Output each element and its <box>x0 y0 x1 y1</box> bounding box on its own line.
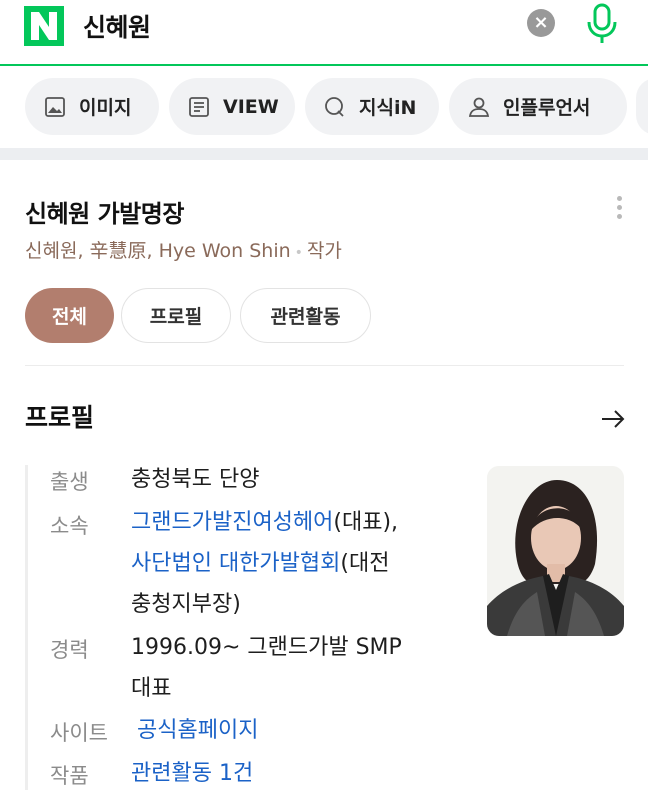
profile-title[interactable]: 신혜원 가발명장 <box>25 194 184 229</box>
info-side-bar <box>25 465 28 790</box>
kin-q-icon <box>325 96 344 117</box>
clear-search-button[interactable]: × <box>527 9 555 37</box>
person-icon <box>468 97 490 117</box>
naver-logo-icon[interactable] <box>24 6 64 46</box>
tab-label: 이미지 <box>79 97 132 119</box>
tab-images[interactable]: 이미지 <box>25 78 159 135</box>
microphone-icon[interactable] <box>584 2 620 46</box>
tab-view[interactable]: VIEW <box>169 78 295 135</box>
affiliation-text: (대전 <box>340 551 390 576</box>
affiliation-link-grand[interactable]: 그랜드가발진여성헤어 <box>131 510 333 535</box>
arrow-right-icon[interactable] <box>599 405 627 433</box>
profile-photo[interactable] <box>487 466 624 636</box>
subtitle-names: 신혜원, 辛慧原, Hye Won Shin <box>25 240 291 262</box>
tab-label: VIEW <box>223 95 279 118</box>
tab-influencer[interactable]: 인플루언서 <box>449 78 627 135</box>
info-label-career: 경력 <box>50 638 89 662</box>
info-value-affiliation: 그랜드가발진여성헤어(대표), 사단법인 대한가발협회(대전 충청지부장) <box>131 502 451 625</box>
chip-activity[interactable]: 관련활동 <box>240 288 371 343</box>
category-tabs: 이미지 VIEW 지식iN 인플루언서 <box>0 78 648 136</box>
subtitle-separator: • <box>294 245 303 261</box>
document-icon <box>189 96 209 117</box>
career-line: 대표 <box>131 676 172 701</box>
info-value-works: 관련활동 1건 <box>131 753 451 794</box>
chip-all[interactable]: 전체 <box>25 288 114 343</box>
divider <box>25 365 624 366</box>
profile-subtitle: 신혜원, 辛慧原, Hye Won Shin • 작가 <box>25 236 342 263</box>
tab-label: 지식iN <box>359 97 417 119</box>
section-separator <box>0 148 648 160</box>
career-line: 1996.09~ 그랜드가발 SMP <box>131 635 402 660</box>
search-query[interactable]: 신혜원 <box>83 8 151 44</box>
official-homepage-link[interactable]: 공식홈페이지 <box>137 718 258 743</box>
info-label-birth: 출생 <box>50 470 89 494</box>
subtitle-role: 작가 <box>306 240 342 262</box>
related-activity-link[interactable]: 관련활동 1건 <box>131 761 253 786</box>
affiliation-link-association[interactable]: 사단법인 대한가발협회 <box>131 551 340 576</box>
image-icon <box>45 96 65 117</box>
more-options-icon[interactable] <box>617 196 625 220</box>
info-value-birth: 충청북도 단양 <box>131 467 260 492</box>
tab-label: 인플루언서 <box>503 97 591 119</box>
info-value-career: 1996.09~ 그랜드가발 SMP 대표 <box>131 627 441 709</box>
info-label-affiliation: 소속 <box>50 514 89 538</box>
search-bar: 신혜원 × <box>0 0 648 66</box>
tab-more[interactable] <box>636 78 648 135</box>
info-value-site: 공식홈페이지 <box>137 710 457 751</box>
tab-kin[interactable]: 지식iN <box>305 78 439 135</box>
affiliation-text: 충청지부장) <box>131 592 241 617</box>
chip-profile[interactable]: 프로필 <box>121 288 231 343</box>
affiliation-text: (대표), <box>333 510 399 535</box>
portrait-image <box>487 466 624 636</box>
section-title-profile: 프로필 <box>25 403 95 432</box>
info-label-site: 사이트 <box>50 721 108 745</box>
info-label-works: 작품 <box>50 764 89 788</box>
